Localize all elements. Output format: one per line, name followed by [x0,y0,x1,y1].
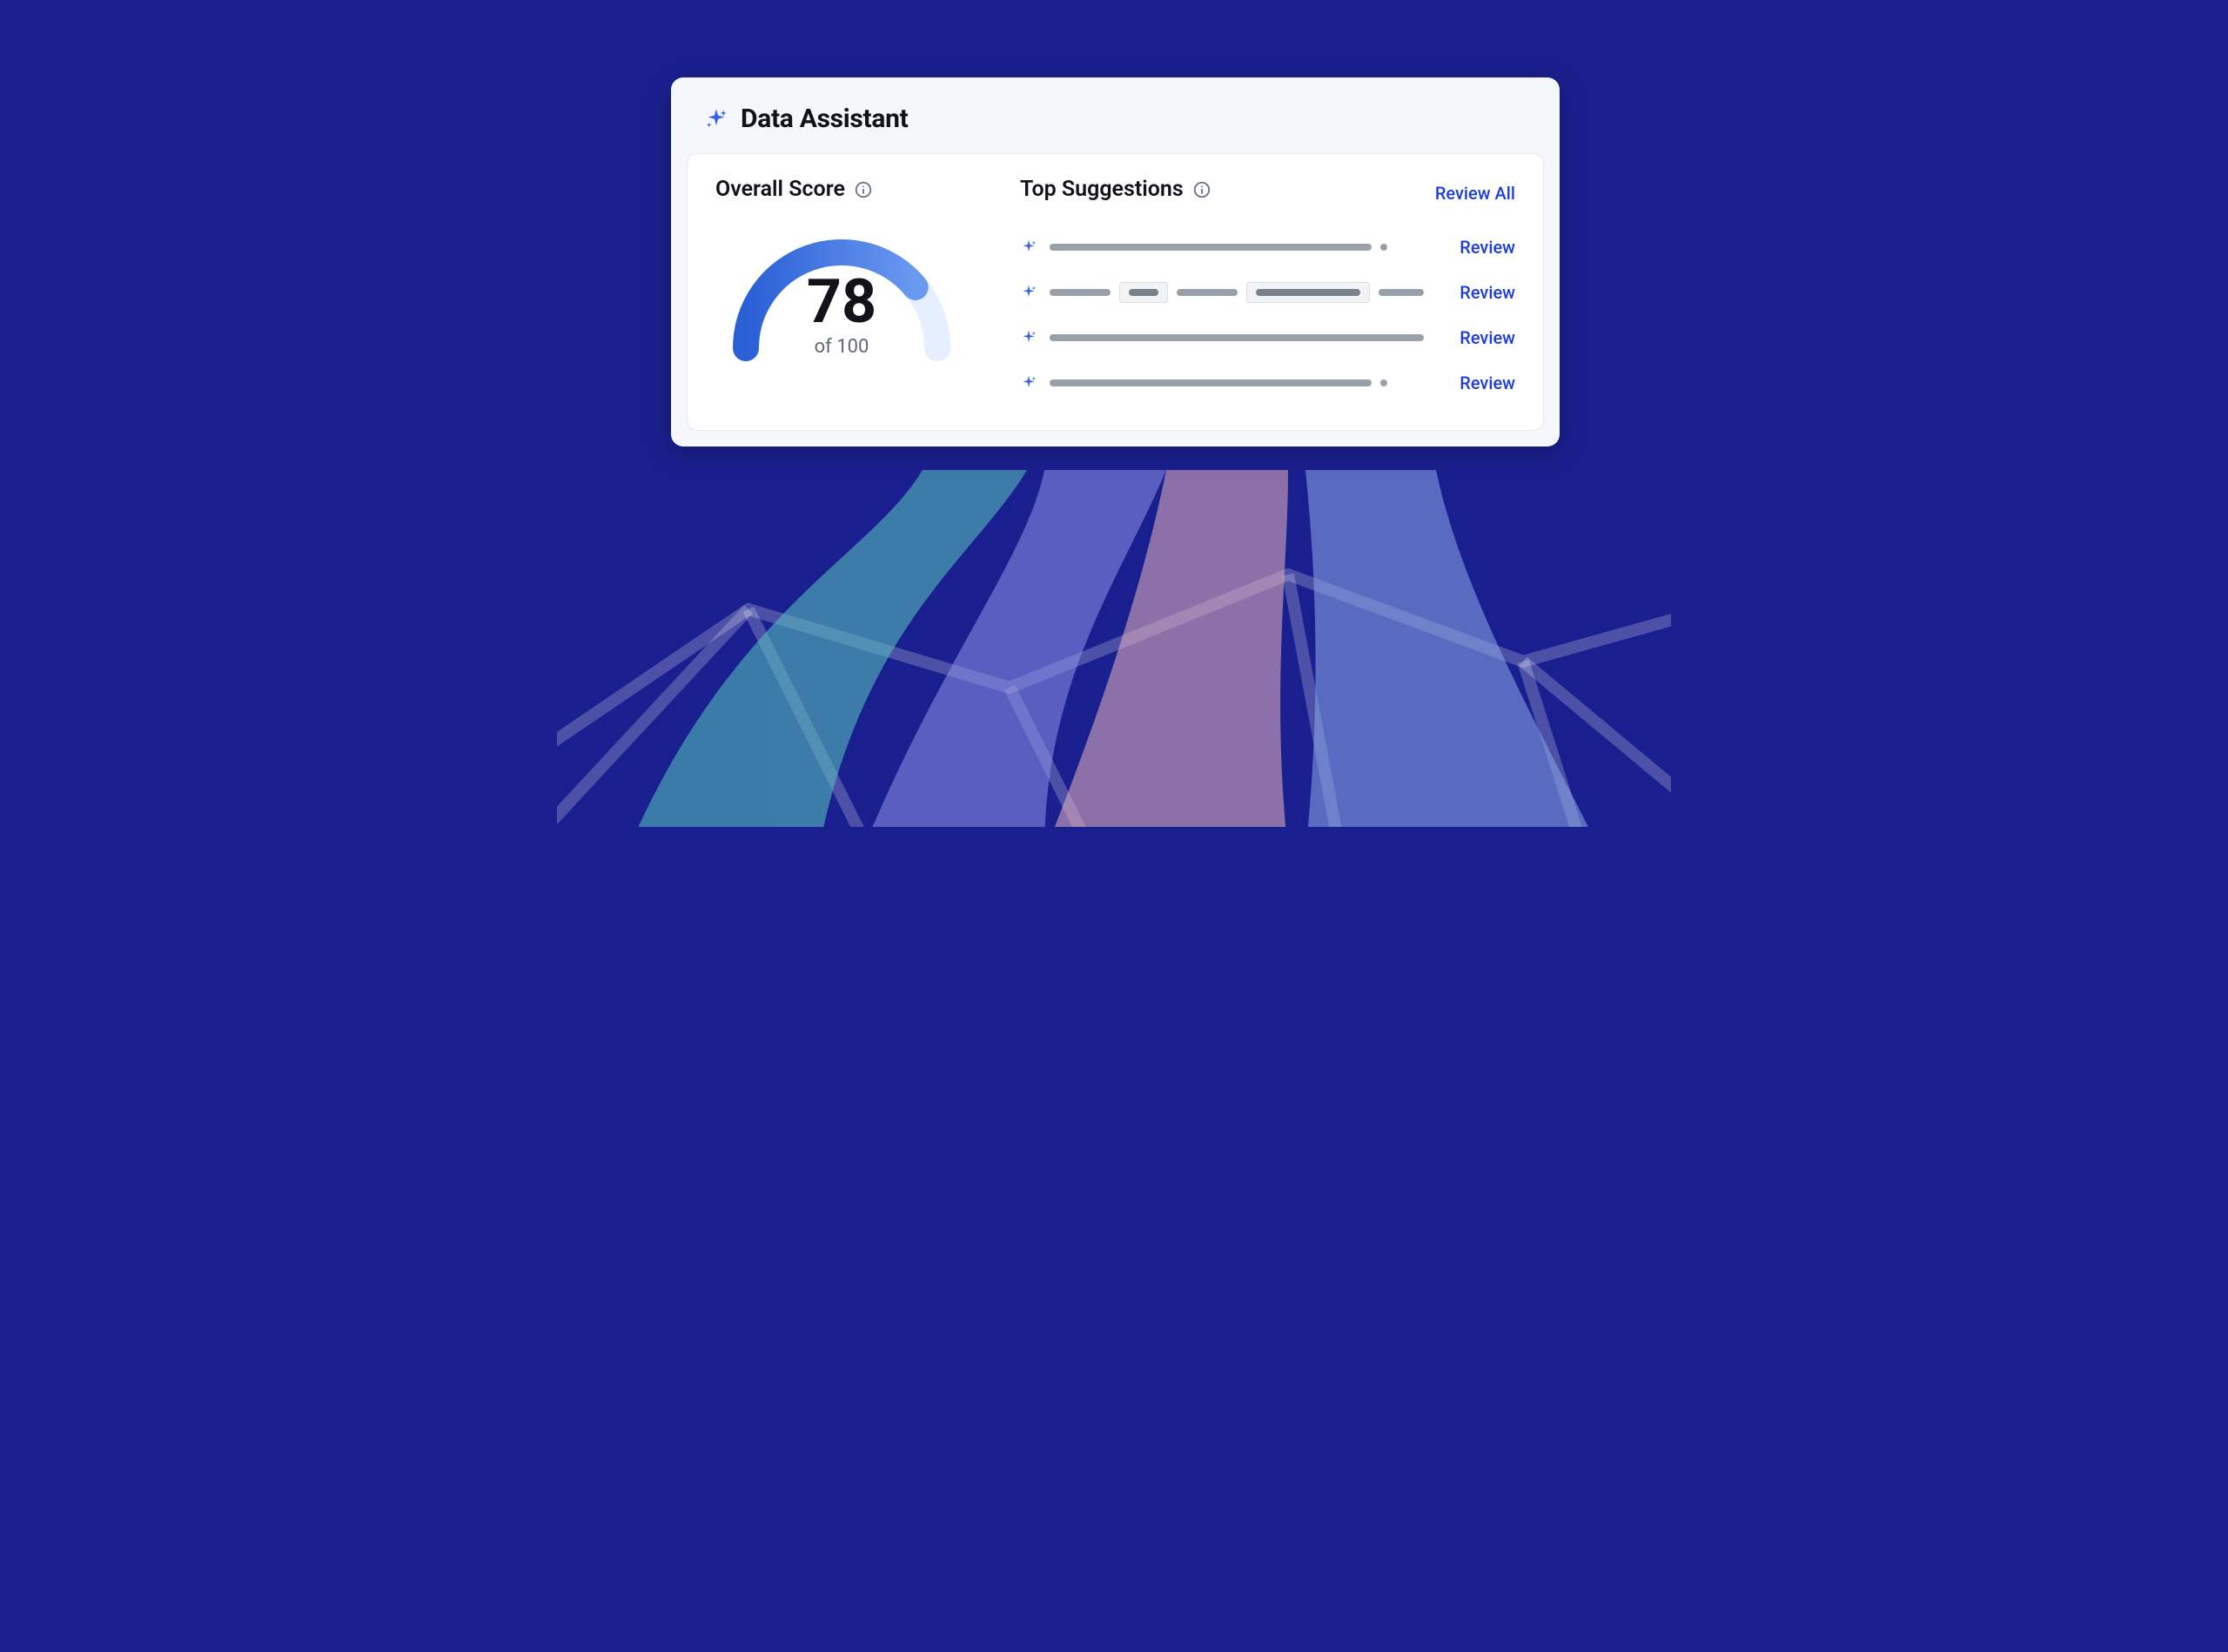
suggestion-row: Review [1020,270,1515,315]
sparkle-icon [1020,374,1037,392]
top-suggestions-heading: Top Suggestions [1020,177,1211,202]
overall-score-heading: Overall Score [715,177,994,202]
sparkle-icon [704,107,728,131]
suggestion-row: Review [1020,315,1515,360]
review-link[interactable]: Review [1460,373,1515,393]
review-link[interactable]: Review [1460,237,1515,258]
score-gauge: 78 of 100 [715,209,968,374]
suggestion-placeholder [1050,282,1424,303]
score-value: 78 [715,272,968,332]
suggestion-row: Review [1020,225,1515,270]
score-denominator: of 100 [715,336,968,358]
sparkle-icon [1020,238,1037,256]
info-icon[interactable] [1192,180,1211,199]
card-title: Data Assistant [741,104,909,134]
review-link[interactable]: Review [1460,282,1515,303]
card-body: Overall Score [687,153,1544,431]
top-suggestions-label: Top Suggestions [1020,177,1184,202]
sparkle-icon [1020,329,1037,346]
suggestion-row: Review [1020,360,1515,406]
review-link[interactable]: Review [1460,327,1515,348]
review-all-link[interactable]: Review All [1435,183,1515,204]
suggestion-placeholder [1050,379,1387,386]
suggestion-placeholder [1050,334,1424,341]
suggestion-placeholder [1050,244,1387,251]
info-icon[interactable] [854,180,873,199]
overall-score-label: Overall Score [715,177,845,202]
overall-score-panel: Overall Score [715,177,994,406]
top-suggestions-panel: Top Suggestions Review All [1020,177,1515,406]
card-header: Data Assistant [671,77,1560,153]
sparkle-icon [1020,284,1037,301]
data-assistant-card: Data Assistant Overall Score [671,77,1560,447]
